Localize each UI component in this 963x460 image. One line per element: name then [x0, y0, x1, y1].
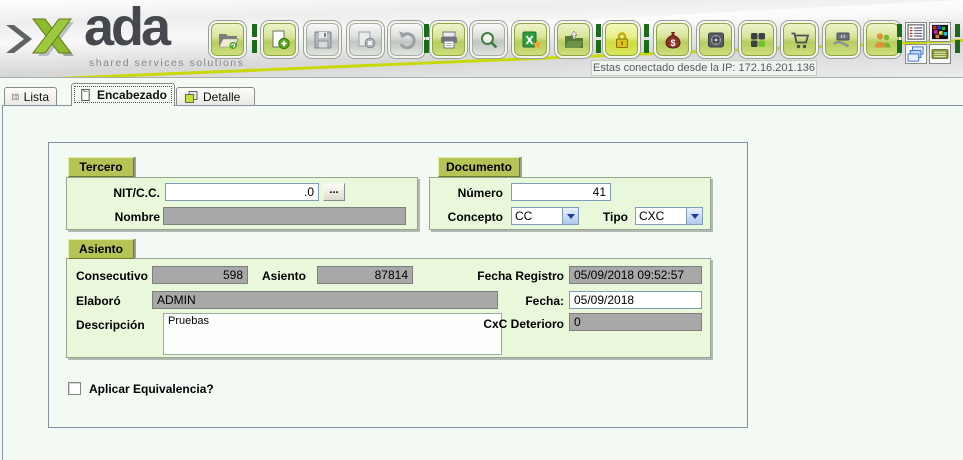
concepto-select[interactable]: CC — [511, 207, 579, 225]
modules-icon — [747, 29, 769, 51]
svg-text:$: $ — [670, 38, 675, 48]
open-folder-icon — [217, 29, 239, 51]
report-icon — [907, 24, 925, 40]
lock-button[interactable] — [603, 21, 640, 58]
copy-pages-button[interactable] — [905, 44, 927, 64]
nombre-label: Nombre — [70, 208, 160, 226]
keyboard-button[interactable] — [929, 44, 951, 64]
nit-input[interactable]: .0 — [165, 183, 319, 201]
concepto-label: Concepto — [420, 208, 503, 226]
toolbar-separator — [897, 24, 902, 37]
elaboro-input: ADMIN — [152, 291, 498, 309]
import-folder-icon — [563, 29, 585, 51]
users-icon — [872, 29, 894, 51]
safe-button[interactable] — [697, 21, 734, 58]
elaboro-label: Elaboró — [76, 292, 121, 310]
toolbar-separator — [955, 24, 960, 37]
tipo-select[interactable]: CXC — [635, 207, 703, 225]
toolbar-separator — [596, 24, 601, 37]
safe-icon — [705, 29, 727, 51]
fecha-registro-input: 05/09/2018 09:52:57 — [569, 266, 702, 284]
svg-text:$: $ — [841, 34, 844, 40]
search-button[interactable] — [470, 21, 507, 58]
fecha-label: Fecha: — [504, 292, 564, 310]
undo-button[interactable] — [388, 21, 425, 58]
tab-detalle-label: Detalle — [203, 90, 240, 104]
toolbar-separator — [252, 24, 257, 37]
keyboard-icon — [931, 46, 949, 62]
asiento-label: Asiento — [262, 267, 306, 285]
print-icon — [438, 29, 460, 51]
collect-money-icon: $ — [831, 29, 853, 51]
list-icon — [12, 90, 19, 104]
import-folder-button[interactable] — [555, 21, 592, 58]
collect-money-button[interactable]: $ — [823, 21, 860, 58]
delete-record-button[interactable] — [347, 21, 384, 58]
tab-encabezado-label: Encabezado — [97, 88, 167, 102]
tab-lista[interactable]: Lista — [4, 87, 57, 105]
nombre-input — [163, 207, 406, 225]
money-bag-icon: $ — [662, 29, 684, 51]
users-button[interactable] — [864, 21, 901, 58]
toolbar-separator — [424, 24, 429, 37]
descripcion-label: Descripción — [76, 316, 145, 334]
tipo-dropdown-button[interactable] — [686, 208, 702, 224]
chevron-down-icon — [691, 214, 699, 219]
shopping-cart-icon — [789, 29, 811, 51]
add-record-icon — [269, 29, 291, 51]
color-map-icon — [931, 24, 949, 40]
consecutivo-label: Consecutivo — [76, 267, 148, 285]
numero-label: Número — [420, 184, 503, 202]
export-excel-button[interactable] — [512, 21, 549, 58]
export-excel-icon — [520, 29, 542, 51]
tab-detalle[interactable]: Detalle — [176, 87, 255, 105]
aplicar-equivalencia-label: Aplicar Equivalencia? — [89, 380, 214, 398]
cxc-deterioro-label: CxC Deterioro — [464, 315, 564, 333]
print-button[interactable] — [430, 21, 467, 58]
color-map-button[interactable] — [929, 22, 951, 42]
tercero-group-header: Tercero — [68, 157, 134, 177]
tipo-label: Tipo — [596, 208, 628, 226]
cxc-deterioro-input: 0 — [569, 313, 702, 331]
numero-input[interactable]: 41 — [511, 183, 611, 201]
descripcion-textarea[interactable]: Pruebas — [163, 313, 502, 355]
copy-pages-icon — [907, 46, 925, 62]
tab-lista-label: Lista — [24, 90, 49, 104]
app-logo-tagline: shared services solutions — [89, 57, 244, 69]
lock-icon — [611, 29, 633, 51]
nit-label: NIT/C.C. — [70, 184, 160, 202]
modules-button[interactable] — [739, 21, 776, 58]
fecha-registro-label: Fecha Registro — [464, 267, 564, 285]
shopping-cart-button[interactable] — [781, 21, 818, 58]
save-button[interactable] — [304, 21, 341, 58]
document-icon — [79, 88, 92, 102]
tipo-value: CXC — [636, 208, 686, 224]
connection-status: Estas conectado desde la IP: 172.16.201.… — [591, 60, 817, 76]
delete-record-icon — [355, 29, 377, 51]
documento-group-header: Documento — [438, 157, 520, 177]
asiento-input: 87814 — [317, 266, 413, 284]
asiento-group-header: Asiento — [68, 239, 134, 259]
concepto-dropdown-button[interactable] — [562, 208, 578, 224]
open-folder-button[interactable] — [209, 21, 246, 58]
concepto-value: CC — [512, 208, 562, 224]
save-icon — [312, 29, 334, 51]
add-record-button[interactable] — [261, 21, 298, 58]
consecutivo-input: 598 — [152, 266, 248, 284]
tab-encabezado[interactable]: Encabezado — [71, 83, 175, 106]
report-button[interactable] — [905, 22, 927, 42]
banner: ada shared services solutions $ — [0, 0, 963, 78]
app-logo-text: ada — [84, 0, 168, 58]
aplicar-equivalencia-checkbox[interactable] — [68, 382, 81, 395]
layers-icon — [184, 90, 198, 104]
ada-logo-icon — [6, 12, 86, 66]
money-bag-button[interactable]: $ — [654, 21, 691, 58]
search-icon — [478, 29, 500, 51]
chevron-down-icon — [567, 214, 575, 219]
undo-icon — [396, 29, 418, 51]
fecha-input[interactable]: 05/09/2018 — [569, 291, 702, 309]
toolbar-separator — [644, 24, 649, 37]
nit-browse-button[interactable]: ... — [323, 183, 345, 201]
